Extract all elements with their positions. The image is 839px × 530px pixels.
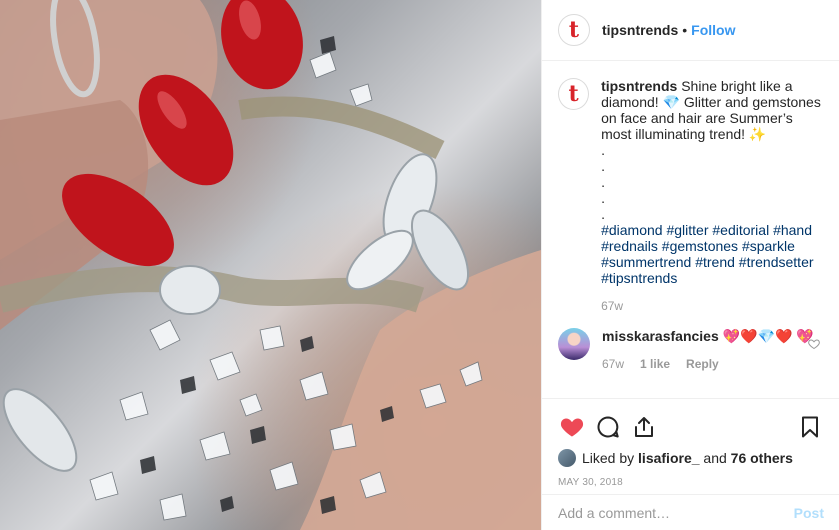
photo-illustration bbox=[0, 0, 541, 530]
add-comment-bar: Add a comment… Post bbox=[542, 494, 839, 530]
comment-row: misskarasfancies 💖❤️💎❤️ 💖 67w 1 like Rep… bbox=[558, 328, 824, 372]
post-header: t tipsntrends • Follow bbox=[542, 0, 839, 61]
caption-meta: 67w bbox=[601, 298, 824, 314]
bookmark-icon[interactable] bbox=[796, 413, 824, 441]
comments-section: t tipsntrends Shine bright like a diamon… bbox=[542, 62, 839, 398]
heart-icon[interactable] bbox=[558, 413, 586, 441]
caption-dot: . bbox=[601, 206, 605, 222]
comment-like-heart-icon[interactable] bbox=[808, 338, 820, 350]
likes-middle: and bbox=[703, 450, 727, 466]
caption-dot: . bbox=[601, 190, 605, 206]
post-actions: Liked by lisafiore_ and 76 others MAY 30… bbox=[542, 398, 839, 488]
caption-row: t tipsntrends Shine bright like a diamon… bbox=[558, 78, 824, 314]
reply-button[interactable]: Reply bbox=[686, 356, 719, 372]
profile-avatar[interactable]: t bbox=[558, 14, 590, 46]
likes-prefix: Liked by bbox=[582, 450, 635, 466]
comment-input[interactable]: Add a comment… bbox=[558, 505, 794, 521]
comment-text: misskarasfancies 💖❤️💎❤️ 💖 67w 1 like Rep… bbox=[602, 328, 824, 372]
caption-username[interactable]: tipsntrends bbox=[601, 78, 677, 94]
header-separator: • bbox=[682, 22, 688, 38]
post-button[interactable]: Post bbox=[794, 505, 824, 521]
likes-summary: Liked by lisafiore_ and 76 others bbox=[558, 449, 824, 467]
post-details-panel: t tipsntrends • Follow t tipsntrends Shi… bbox=[541, 0, 839, 530]
comment-body: 💖❤️💎❤️ 💖 bbox=[722, 328, 814, 344]
caption-avatar[interactable]: t bbox=[558, 78, 590, 110]
comment-time[interactable]: 67w bbox=[602, 356, 624, 372]
caption-dot: . bbox=[601, 174, 605, 190]
caption-dot: . bbox=[601, 142, 605, 158]
share-icon[interactable] bbox=[630, 413, 658, 441]
likes-others[interactable]: 76 others bbox=[731, 450, 793, 466]
post-date[interactable]: MAY 30, 2018 bbox=[558, 477, 824, 488]
header-username[interactable]: tipsntrends bbox=[602, 22, 678, 38]
caption-text: tipsntrends Shine bright like a diamond!… bbox=[601, 78, 824, 314]
liker-username[interactable]: lisafiore_ bbox=[638, 450, 699, 466]
liker-avatar[interactable] bbox=[558, 449, 576, 467]
comment-username[interactable]: misskarasfancies bbox=[602, 328, 719, 344]
action-icons bbox=[558, 407, 824, 447]
commenter-avatar[interactable] bbox=[558, 328, 590, 360]
comment-meta: 67w 1 like Reply bbox=[602, 356, 824, 372]
comment-icon[interactable] bbox=[594, 413, 622, 441]
caption-hashtags[interactable]: #diamond #glitter #editorial #hand #redn… bbox=[601, 222, 824, 286]
post-photo[interactable] bbox=[0, 0, 541, 530]
caption-dot: . bbox=[601, 158, 605, 174]
caption-time[interactable]: 67w bbox=[601, 298, 623, 314]
comment-likes[interactable]: 1 like bbox=[640, 356, 670, 372]
follow-button[interactable]: Follow bbox=[691, 22, 735, 38]
